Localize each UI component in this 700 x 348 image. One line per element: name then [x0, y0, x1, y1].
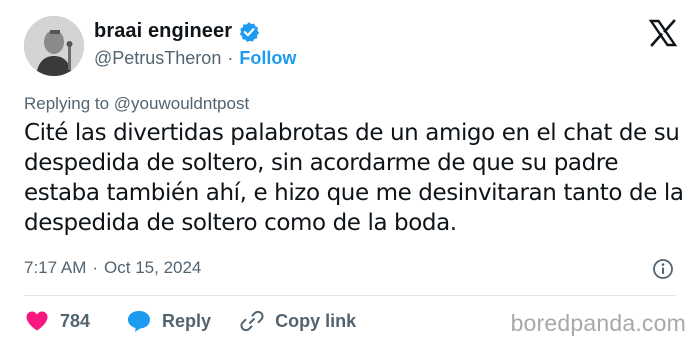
like-button[interactable]: 784 [24, 308, 90, 334]
replying-to: Replying to @youwouldntpost [24, 94, 249, 114]
avatar[interactable] [24, 16, 84, 76]
copy-link-button[interactable]: Copy link [239, 308, 356, 334]
tweet-card: braai engineer @PetrusTheron · Follow Re… [0, 0, 700, 348]
verified-badge-icon [238, 21, 260, 43]
follow-button[interactable]: Follow [239, 48, 296, 69]
x-logo-icon[interactable] [648, 18, 678, 48]
reply-bubble-icon [128, 311, 151, 332]
timestamp-separator: · [92, 258, 99, 277]
handle-separator: · [227, 48, 234, 68]
author-handle[interactable]: @PetrusTheron [94, 48, 221, 69]
info-icon[interactable] [652, 258, 674, 280]
watermark-text: boredpanda.com [510, 310, 686, 336]
avatar-photo [24, 16, 84, 76]
heart-icon [26, 311, 48, 331]
author-handle-row: @PetrusTheron · Follow [94, 48, 296, 69]
like-count: 784 [60, 310, 91, 331]
copy-link-label: Copy link [275, 310, 357, 331]
tweet-date: Oct 15, 2024 [104, 258, 202, 277]
tweet-time: 7:17 AM [24, 258, 87, 277]
tweet-actions: 784 Reply Copy link [24, 308, 356, 334]
tweet-timestamp[interactable]: 7:17 AM · Oct 15, 2024 [24, 258, 201, 278]
link-icon [240, 310, 264, 332]
reply-button[interactable]: Reply [126, 308, 211, 334]
author-display-name[interactable]: braai engineer [94, 20, 232, 43]
tweet-text: Cité las divertidas palabrotas de un ami… [24, 120, 684, 236]
replying-to-label: Replying to [24, 94, 110, 113]
author-name-row: braai engineer [94, 20, 260, 43]
replying-to-mention[interactable]: @youwouldntpost [114, 94, 249, 113]
actions-divider [24, 295, 676, 296]
reply-label: Reply [162, 310, 212, 331]
